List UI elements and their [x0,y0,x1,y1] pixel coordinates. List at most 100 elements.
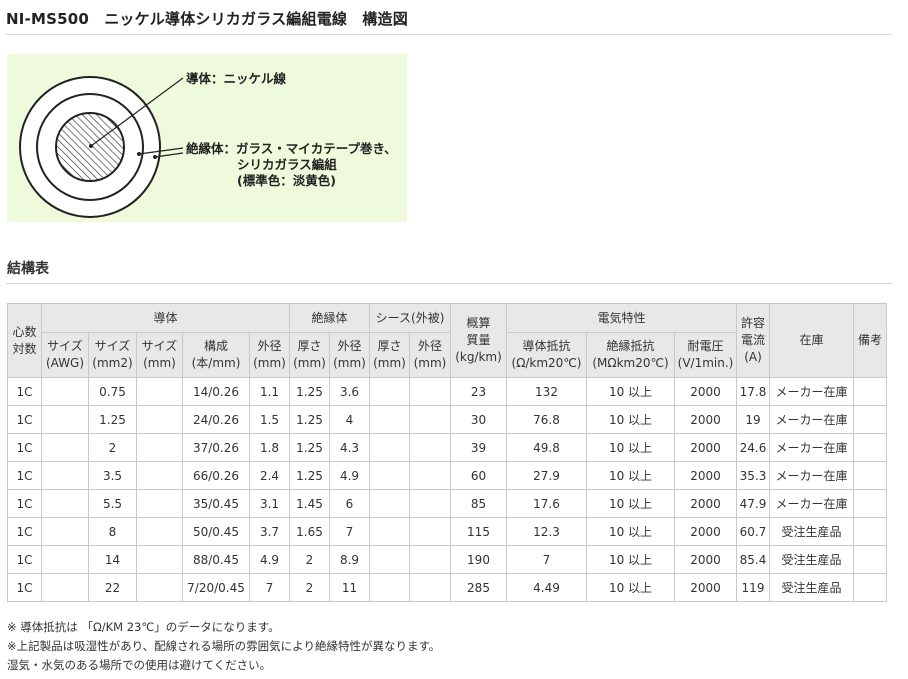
cell-size-mm [136,405,183,434]
note-line: ※ 導体抵抗は 「Ω/KM 23℃」のデータになります。 [7,620,280,634]
table-row: 1C 3.5 66/0.26 2.4 1.25 4.9 60 27.9 10 以上 2000 35.… [7,461,887,490]
insulation-label-line2: シリカガラス編組 [237,157,337,172]
header-mm2: サイズ (mm2) [88,332,137,378]
cell-conductor-od: 3.7 [249,517,290,546]
cell-structure: 88/0.45 [182,545,250,574]
header-sheath-thickness: 厚さ (mm) [369,332,410,378]
cell-withstand-voltage: 2000 [674,517,737,546]
cell-insulation-od: 11 [329,573,370,602]
cell-size-awg [41,573,89,602]
cell-allowable-current: 85.4 [736,545,770,574]
cell-mass: 60 [450,461,507,490]
cell-insulation-od: 4 [329,405,370,434]
cell-cores: 1C [7,405,42,434]
cell-cores: 1C [7,377,42,406]
cell-insulation-thickness: 1.25 [289,461,330,490]
spec-table-body: 1C 0.75 14/0.26 1.1 1.25 3.6 23 132 10 以上 2000 17.… [7,377,887,602]
cell-sheath-thickness [369,433,410,462]
cell-insulation-thickness: 1.25 [289,377,330,406]
cell-insulation-resistance: 10 以上 [586,433,675,462]
cell-conductor-resistance: 27.9 [506,461,587,490]
table-row: 1C 1.25 24/0.26 1.5 1.25 4 30 76.8 10 以上 2000 19 メー… [7,405,887,434]
table-row: 1C 0.75 14/0.26 1.1 1.25 3.6 23 132 10 以上 2000 17.… [7,377,887,406]
cell-sheath-od [409,461,451,490]
cell-allowable-current: 60.7 [736,517,770,546]
title-divider [6,34,892,35]
cell-conductor-resistance: 76.8 [506,405,587,434]
cell-structure: 66/0.26 [182,461,250,490]
header-withstand-voltage: 耐電圧 (V/1min.) [674,332,737,378]
cell-remarks [853,489,887,518]
section-title: 結構表 [7,261,49,277]
cell-size-awg [41,405,89,434]
header-stock: 在庫 [769,303,854,378]
cell-remarks [853,405,887,434]
cell-insulation-od: 7 [329,517,370,546]
cell-insulation-resistance: 10 以上 [586,461,675,490]
cell-size-mm2: 14 [88,545,137,574]
section-divider [6,283,892,284]
cell-sheath-od [409,433,451,462]
cell-insulation-od: 4.3 [329,433,370,462]
cell-size-awg [41,517,89,546]
cell-withstand-voltage: 2000 [674,433,737,462]
cell-sheath-thickness [369,517,410,546]
cell-remarks [853,461,887,490]
spec-table: 心数 対数 導体 絶縁体 シース(外被) 概算 質量 (kg/km) 電気特性 … [7,303,887,602]
cell-cores: 1C [7,433,42,462]
header-current: 許容 電流 (A) [736,303,770,378]
cell-sheath-od [409,489,451,518]
cell-conductor-resistance: 4.49 [506,573,587,602]
cell-insulation-resistance: 10 以上 [586,405,675,434]
cell-structure: 7/20/0.45 [182,573,250,602]
cell-cores: 1C [7,489,42,518]
cell-withstand-voltage: 2000 [674,461,737,490]
cell-insulation-od: 8.9 [329,545,370,574]
cell-sheath-od [409,405,451,434]
header-conductor: 導体 [41,303,290,333]
cell-allowable-current: 17.8 [736,377,770,406]
header-structure: 構成 (本/mm) [182,332,250,378]
header-conductor-od: 外径 (mm) [249,332,290,378]
cell-size-mm2: 5.5 [88,489,137,518]
cell-insulation-resistance: 10 以上 [586,517,675,546]
cell-conductor-resistance: 12.3 [506,517,587,546]
table-row: 1C 8 50/0.45 3.7 1.65 7 115 12.3 10 以上 2000 60.7 受注… [7,517,887,546]
cell-remarks [853,433,887,462]
cell-size-mm2: 22 [88,573,137,602]
header-sheath-od: 外径 (mm) [409,332,451,378]
header-insulation: 絶縁体 [289,303,370,333]
cell-cores: 1C [7,517,42,546]
cell-structure: 37/0.26 [182,433,250,462]
cell-withstand-voltage: 2000 [674,545,737,574]
cell-conductor-od: 2.4 [249,461,290,490]
cell-conductor-od: 7 [249,573,290,602]
cell-size-mm2: 1.25 [88,405,137,434]
cell-mass: 190 [450,545,507,574]
cell-remarks [853,545,887,574]
cell-conductor-resistance: 132 [506,377,587,406]
notes: ※ 導体抵抗は 「Ω/KM 23℃」のデータになります。 ※上記製品は吸湿性があ… [7,618,440,675]
cell-insulation-resistance: 10 以上 [586,545,675,574]
page-title: NI-MS500 ニッケル導体シリカガラス編組電線 構造図 [6,10,408,28]
cell-conductor-resistance: 7 [506,545,587,574]
cell-remarks [853,573,887,602]
cell-mass: 85 [450,489,507,518]
conductor-label: 導体：ニッケル線 [186,71,287,86]
cell-sheath-od [409,377,451,406]
cell-remarks [853,517,887,546]
header-remarks: 備考 [853,303,887,378]
cell-withstand-voltage: 2000 [674,377,737,406]
cell-allowable-current: 24.6 [736,433,770,462]
cell-mass: 23 [450,377,507,406]
cell-insulation-od: 4.9 [329,461,370,490]
cell-size-mm [136,433,183,462]
cell-allowable-current: 119 [736,573,770,602]
cell-withstand-voltage: 2000 [674,405,737,434]
cell-insulation-thickness: 2 [289,545,330,574]
cell-sheath-od [409,517,451,546]
cell-structure: 24/0.26 [182,405,250,434]
cell-conductor-od: 1.5 [249,405,290,434]
cell-insulation-thickness: 2 [289,573,330,602]
header-awg: サイズ (AWG) [41,332,89,378]
